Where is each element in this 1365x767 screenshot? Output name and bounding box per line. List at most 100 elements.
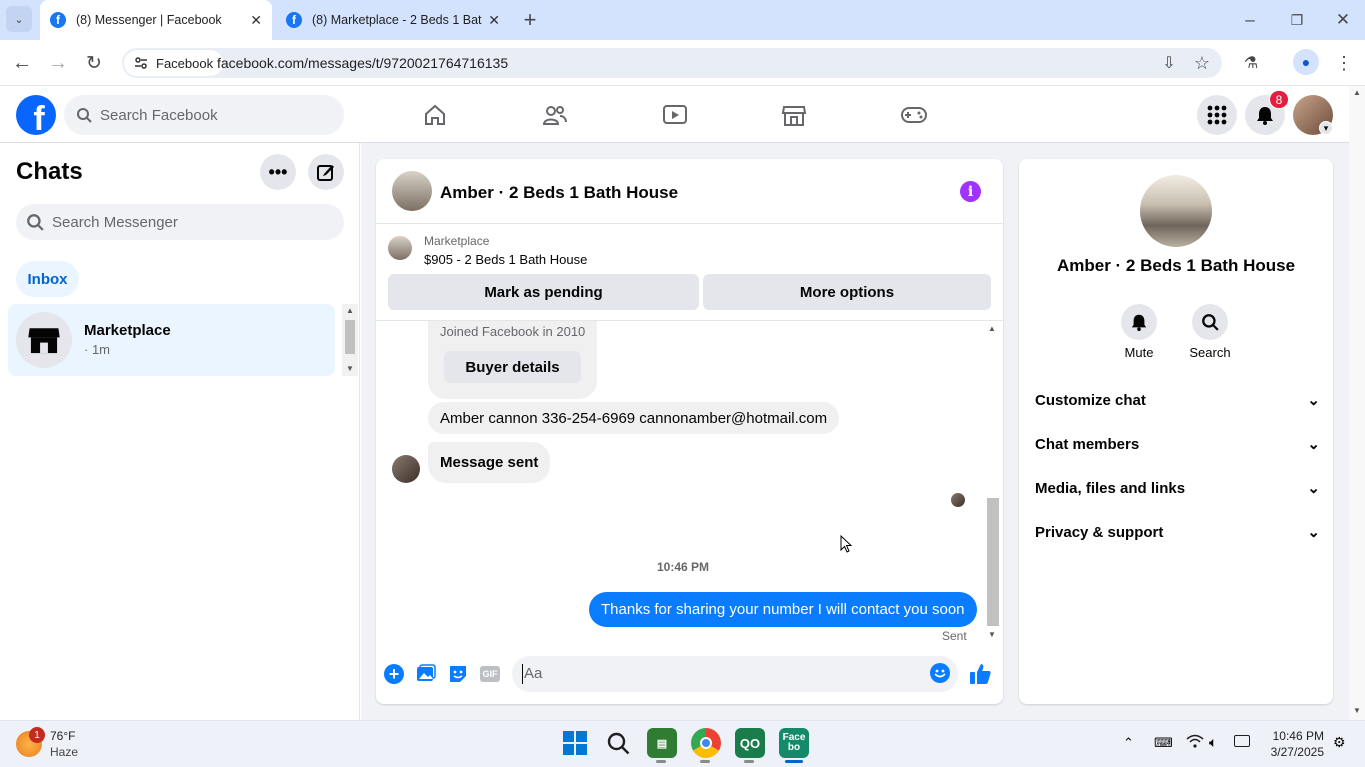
chat-list-scrollbar[interactable]: ▲ ▼ [342,304,358,376]
friends-icon[interactable] [540,100,570,130]
conversation-avatar[interactable] [392,171,432,211]
home-icon[interactable] [420,100,450,130]
attach-photo-icon[interactable] [416,664,436,689]
minimize-icon[interactable]: – [1236,6,1264,34]
page-scrollbar[interactable]: ▲ ▼ [1349,86,1365,720]
emoji-icon[interactable] [930,663,950,683]
sender-avatar[interactable] [392,455,420,483]
reload-icon[interactable]: ↻ [80,49,108,77]
new-message-icon[interactable] [308,154,344,190]
scrollbar-thumb[interactable] [987,498,999,626]
chat-item-meta: · 1m [84,342,110,357]
gaming-icon[interactable] [899,100,929,130]
weather-temp[interactable]: 76°F [50,729,75,743]
maximize-icon[interactable]: ❐ [1283,6,1311,34]
marketplace-icon[interactable] [779,100,809,130]
incoming-message-contact[interactable]: Amber cannon 336-254-6969 cannonamber@ho… [428,402,840,434]
scroll-down-arrow-icon[interactable]: ▼ [1353,706,1361,715]
taskbar-search-icon[interactable] [603,728,633,758]
menu-kebab-icon[interactable]: ⋮ [1330,49,1358,77]
outgoing-message[interactable]: Thanks for sharing your number I will co… [589,592,977,627]
address-bar[interactable]: Facebook facebook.com/messages/t/9720021… [122,48,1222,78]
running-indicator [744,760,754,763]
keyboard-icon[interactable]: ⌨ [1154,735,1173,751]
weather-badge: 1 [29,727,45,743]
profile-icon[interactable]: ● [1293,49,1319,75]
close-window-icon[interactable]: ✕ [1329,6,1357,34]
scrollbar-thumb[interactable] [345,320,355,354]
inbox-filter-button[interactable]: Inbox [16,261,79,297]
account-chevron-icon[interactable]: ▾ [1319,121,1333,135]
conversation-info-icon[interactable]: i [960,181,981,202]
search-in-conversation-icon[interactable] [1192,304,1228,340]
facebook-logo-icon[interactable]: f [16,95,56,135]
weather-desc[interactable]: Haze [50,745,78,759]
forward-icon[interactable]: → [44,49,72,77]
composer-placeholder: Aa [524,665,543,682]
privacy-support-section[interactable]: Privacy & support ⌄ [1035,523,1320,542]
tab-search-icon[interactable]: ⌄ [6,6,32,32]
scroll-up-arrow-icon[interactable]: ▲ [1353,88,1361,97]
show-hidden-icons-icon[interactable]: ⌃ [1123,735,1134,751]
sticker-icon[interactable] [448,664,468,689]
labs-flask-icon[interactable]: ⚗ [1237,49,1265,77]
facebook-taskbar-app[interactable]: Facebo [779,728,809,758]
menu-grid-icon[interactable] [1197,95,1237,135]
install-app-icon[interactable]: ⇩ [1155,49,1183,77]
media-files-links-section[interactable]: Media, files and links ⌄ [1035,479,1320,498]
read-receipt-avatar [951,493,965,507]
search-icon [27,214,44,231]
search-placeholder: Search Facebook [100,106,218,124]
site-info-chip[interactable]: Facebook [124,50,224,76]
scroll-down-arrow-icon[interactable]: ▼ [346,364,354,373]
customize-chat-section[interactable]: Customize chat ⌄ [1035,391,1320,410]
scroll-down-arrow-icon[interactable]: ▼ [988,630,996,639]
video-icon[interactable] [660,100,690,130]
more-actions-plus-icon[interactable]: + [384,664,404,684]
gif-icon[interactable]: GIF [480,666,500,682]
facebook-search-input[interactable]: Search Facebook [64,95,344,135]
buyer-details-button[interactable]: Buyer details [444,351,581,383]
messenger-search-placeholder: Search Messenger [52,213,178,231]
volume-icon[interactable]: 🔈︎ [1209,734,1217,751]
new-tab-icon[interactable]: + [516,6,544,34]
text-cursor [522,664,523,684]
qo-app-icon[interactable]: QO [735,728,765,758]
windows-start-icon[interactable] [560,728,590,758]
clock-date[interactable]: 3/27/2025 [1252,745,1324,759]
thumbs-up-like-icon[interactable] [969,663,991,690]
listing-title[interactable]: $905 - 2 Beds 1 Bath House [424,252,587,267]
tab-messenger[interactable]: f (8) Messenger | Facebook ✕ [40,0,272,40]
listing-thumbnail[interactable] [388,236,412,260]
info-panel-avatar[interactable] [1140,175,1212,247]
search-label[interactable]: Search [1180,345,1240,360]
back-icon[interactable]: ← [8,49,36,77]
url-text[interactable]: facebook.com/messages/t/9720021764716135 [217,55,508,71]
chats-options-icon[interactable]: ••• [260,154,296,190]
message-composer-input[interactable]: Aa [512,656,958,692]
wifi-icon[interactable] [1186,734,1204,751]
conversation-title[interactable]: Amber · 2 Beds 1 Bath House [440,183,678,203]
active-indicator [785,760,803,763]
conversation-scrollbar[interactable]: ▲ ▼ [987,324,999,642]
scroll-up-arrow-icon[interactable]: ▲ [988,324,996,333]
incoming-message-sent[interactable]: Message sent [428,442,551,483]
close-tab-icon[interactable]: ✕ [250,12,262,29]
tab-marketplace[interactable]: f (8) Marketplace - 2 Beds 1 Bath ✕ [278,0,510,40]
mark-as-pending-button[interactable]: Mark as pending [388,274,699,310]
chevron-down-icon: ⌄ [1307,392,1320,409]
joined-facebook-text: Joined Facebook in 2010 [440,324,586,339]
close-tab-icon[interactable]: ✕ [488,12,500,29]
chrome-app-icon[interactable] [691,728,721,758]
mute-label[interactable]: Mute [1109,345,1169,360]
mute-bell-icon[interactable] [1121,304,1157,340]
more-options-button[interactable]: More options [703,274,991,310]
clock-time[interactable]: 10:46 PM [1262,729,1324,743]
bookmark-star-icon[interactable]: ☆ [1188,49,1216,77]
messenger-search-input[interactable]: Search Messenger [16,204,344,240]
notification-center-icon[interactable]: ⚙︎ [1333,734,1346,751]
spreadsheet-app-icon[interactable]: ▤ [647,728,677,758]
battery-icon[interactable] [1234,735,1250,747]
chat-members-section[interactable]: Chat members ⌄ [1035,435,1320,454]
scroll-up-arrow-icon[interactable]: ▲ [346,306,354,315]
